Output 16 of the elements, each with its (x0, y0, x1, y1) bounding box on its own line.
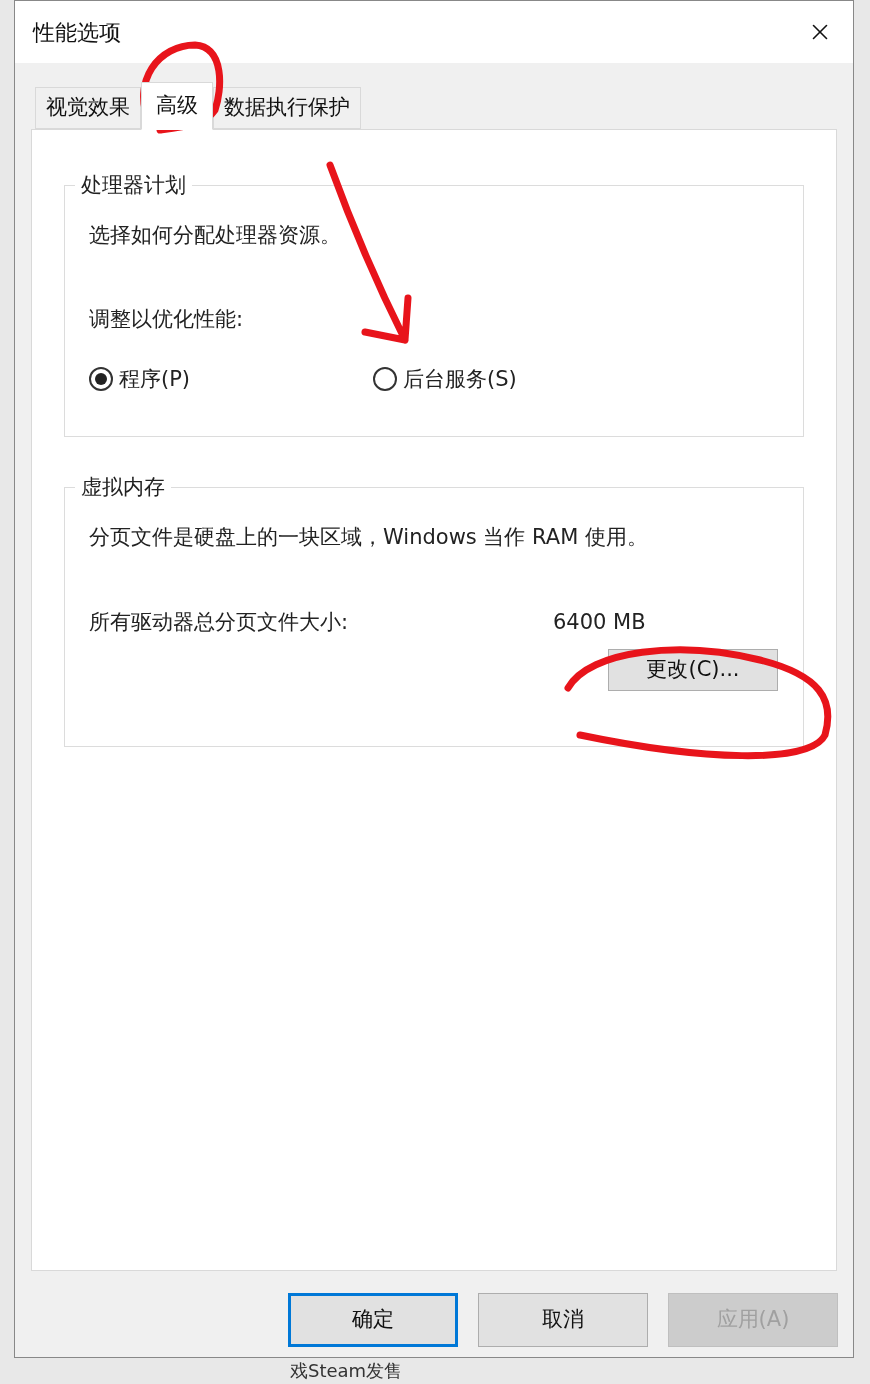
radio-button[interactable] (89, 367, 113, 391)
dialog-button[interactable]: 确定 (288, 1293, 458, 1347)
radio-option[interactable]: 后台服务(S) (373, 364, 517, 394)
adjust-label: 调整以优化性能: (89, 306, 245, 333)
background-text: 戏Steam发售 (290, 1360, 403, 1382)
description-text: 分页文件是硬盘上的一块区域，Windows 当作 RAM 使用。 (89, 524, 649, 551)
tab[interactable]: 数据执行保护 (213, 87, 361, 129)
size-label: 所有驱动器总分页文件大小: (89, 609, 350, 636)
window-title: 性能选项 (33, 18, 121, 47)
radio-option[interactable]: 程序(P) (89, 364, 373, 394)
dialog-button[interactable]: 取消 (478, 1293, 648, 1347)
size-value: 6400 MB (553, 609, 646, 636)
radio-button[interactable] (373, 367, 397, 391)
tab[interactable]: 高级 (141, 82, 213, 130)
description-text: 选择如何分配处理器资源。 (89, 222, 342, 249)
tab[interactable]: 视觉效果 (35, 87, 141, 129)
